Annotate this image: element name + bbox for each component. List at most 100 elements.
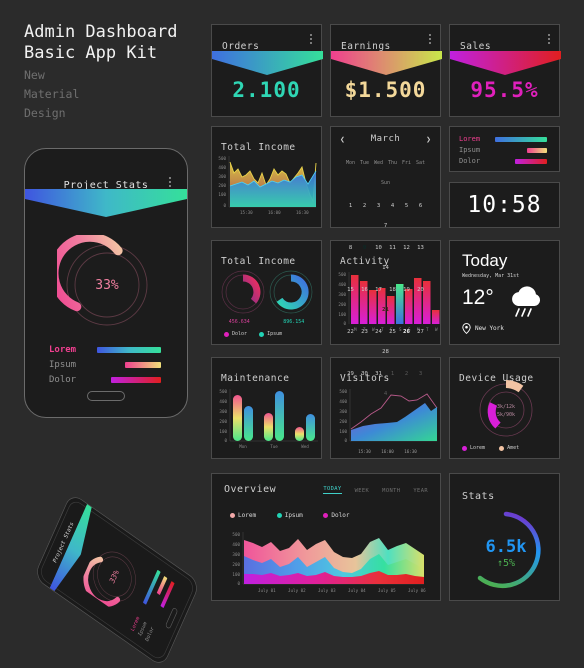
card-menu-icon[interactable] [548,34,550,46]
legend-item: Amet [499,445,519,451]
title-line-2: Basic App Kit [24,43,158,63]
legend-label: Dolor [232,331,248,337]
svg-text:15:30: 15:30 [240,210,253,215]
stats-value: 6.5k [486,537,527,557]
stat-card-orders[interactable]: Orders 2.100 [211,24,323,117]
svg-text:July 05: July 05 [378,588,396,593]
svg-text:200: 200 [218,183,226,188]
svg-text:400: 400 [218,165,226,170]
legend-bar [97,347,161,353]
tab-today[interactable]: TODAY [323,486,342,494]
calendar-week-row: 1 2 3 4 5 6 7 [337,192,434,232]
phone-mockup-tilted: Project Stats 33% Lorem Ipsum Dolor [33,492,201,668]
stats-delta: ↑5% [497,558,515,569]
calendar-day[interactable]: 3 [372,201,386,212]
phone-home-indicator[interactable] [87,391,125,401]
tab-month[interactable]: MONTH [382,488,400,494]
svg-text:200: 200 [339,419,347,424]
legend-bar [515,158,547,164]
legend-dot [224,331,229,337]
svg-text:100: 100 [232,572,240,577]
left-donut-value: 456.634 [228,319,250,325]
legend-item: Dolor [323,512,349,519]
legend-dot [323,513,329,518]
total-income-chart: 500 400 300 200 100 0 15:30 16:00 16:30 [218,156,317,215]
calendar-day[interactable]: 5 [400,201,414,212]
weekday: Sat [415,160,426,166]
weekday: Fri [401,160,412,166]
legend-label: Ipsum [49,360,77,370]
calendar-day[interactable]: 6 [414,201,428,212]
weekday: Tue [359,160,370,166]
calendar-month: March [370,134,401,144]
project-stats-donut: 33% [57,235,148,326]
svg-text:Mon: Mon [239,444,247,449]
legend-bar [527,147,547,153]
card-weather[interactable]: Today Wednesday, Mar 31st 12° New York [449,240,560,345]
card-title: Overview [224,484,277,495]
legend-item: Lorem [462,445,485,451]
legend-item: Dolor [224,331,247,337]
subtitle-line-1: New [24,68,45,82]
tab-year[interactable]: YEAR [413,488,428,494]
legend-item: Ipsum [49,360,167,370]
calendar-day[interactable]: 1 [344,201,358,212]
device-inner-label: 3k/12k [497,404,515,410]
calendar-day[interactable]: 2 [358,201,372,212]
phone-tilt-donut-value: 33% [108,567,121,585]
device-usage-chart: 3k/12k 5k/90k [479,380,533,437]
weather-temperature: 12° [462,286,494,309]
card-title: Maintenance [221,373,290,384]
card-total-income-donuts[interactable]: Total Income 456.634 896.154 Dolor Ipsum [211,240,322,345]
card-legend[interactable]: Lorem Ipsum Dolor [449,126,560,172]
clock-time: 10:58 [467,192,542,218]
phone-mockup: Project Stats 33% Lorem Ipsum Dolor [24,148,188,418]
card-maintenance[interactable]: Maintenance 500 400 300 200 100 0 Mon Tu… [211,357,322,459]
svg-text:0: 0 [343,321,346,326]
card-device-usage[interactable]: Device Usage 3k/12k 5k/90k Lorem Amet [449,357,560,459]
weekday: Mon [345,160,356,166]
svg-text:July 01: July 01 [258,588,276,593]
stat-card-sales[interactable]: Sales 95.5% [449,24,561,117]
weekday: Sun [380,180,391,186]
page-title: Admin Dashboard Basic App Kit New Materi… [24,22,178,121]
card-calendar[interactable]: ❮ March ❯ Mon Tue Wed Thu Fri SatSun 1 2 3 4 5 67 … [330,126,441,397]
card-overview[interactable]: Overview TODAY WEEK MONTH YEAR Lorem Ips… [211,473,441,601]
legend-dot [276,513,282,518]
svg-text:400: 400 [232,542,240,547]
phone-header-wedge [25,189,187,217]
card-total-income-area[interactable]: Total Income 500 400 300 200 100 0 15:30… [211,126,322,228]
legend-item: Lorem [49,345,167,355]
calendar-day[interactable]: 7 [379,221,393,232]
stat-card-earnings[interactable]: Earnings $1.500 [330,24,442,117]
card-menu-icon[interactable] [310,34,312,46]
svg-text:200: 200 [338,302,346,307]
donut-value: 33% [95,278,119,293]
calendar-day[interactable]: 4 [386,201,400,212]
legend-bar [111,377,161,383]
svg-text:July 06: July 06 [408,588,426,593]
stats-gauge: 6.5k ↑5% [477,511,541,589]
svg-text:0: 0 [344,438,347,443]
chevron-right-icon[interactable]: ❯ [426,135,431,144]
svg-text:Tue: Tue [270,444,278,449]
legend-label: Ipsum [459,146,481,154]
svg-text:100: 100 [339,429,347,434]
legend-item: Dolor [49,375,167,385]
chevron-left-icon[interactable]: ❮ [340,135,345,144]
svg-text:200: 200 [232,562,240,567]
card-clock[interactable]: 10:58 [449,182,560,228]
card-title: Stats [462,491,495,502]
legend-item: Lorem [230,512,256,519]
card-menu-icon[interactable] [429,34,431,46]
legend-item: Lorem [459,135,550,143]
svg-text:100: 100 [218,192,226,197]
card-title: Total Income [221,256,296,267]
tab-week[interactable]: WEEK [355,488,370,494]
phone-menu-icon[interactable] [169,177,171,189]
svg-text:400: 400 [219,399,227,404]
weekday: Thu [387,160,398,166]
svg-text:400: 400 [339,399,347,404]
svg-text:July 02: July 02 [288,588,306,593]
card-stats[interactable]: Stats 6.5k ↑5% [449,473,560,601]
